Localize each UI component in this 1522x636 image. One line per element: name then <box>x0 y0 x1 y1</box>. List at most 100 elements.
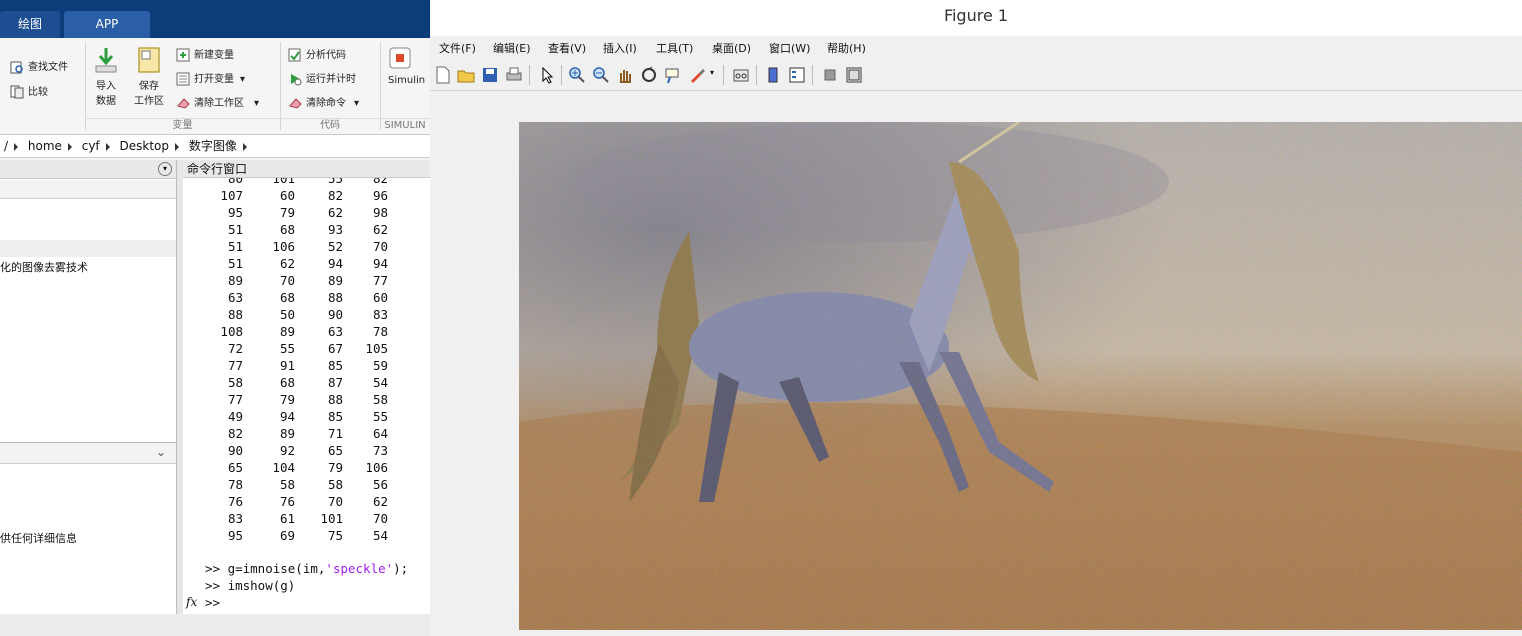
run-and-time-button[interactable]: 运行并计时 <box>288 70 356 86</box>
dropdown-arrow-icon: ▾ <box>254 98 260 109</box>
new-variable-button[interactable]: 新建变量 <box>176 46 234 62</box>
clear-commands-button[interactable]: 清除命令 ▾ <box>288 94 359 110</box>
pan-icon[interactable] <box>616 66 634 84</box>
matrix-cell: 78 <box>372 324 388 339</box>
print-icon[interactable] <box>505 66 523 84</box>
matrix-cell: 62 <box>372 222 388 237</box>
tab-apps[interactable]: APP <box>64 11 150 38</box>
menu-tools[interactable]: 工具(T) <box>656 40 693 56</box>
tab-plots[interactable]: 绘图 <box>0 11 60 38</box>
menu-view[interactable]: 查看(V) <box>548 40 586 56</box>
dropdown-arrow-icon: ▾ <box>240 74 246 85</box>
matrix-cell: 71 <box>327 426 343 441</box>
find-files-button[interactable]: 查找文件 <box>10 58 68 74</box>
dropdown-arrow-icon[interactable]: ▾ <box>710 68 714 77</box>
menu-insert[interactable]: 插入(I) <box>603 40 637 56</box>
divider <box>380 42 381 130</box>
save-icon[interactable] <box>481 66 499 84</box>
clear-workspace-button[interactable]: 清除工作区 ▾ <box>176 94 259 110</box>
data-cursor-icon[interactable] <box>664 66 682 84</box>
matrix-row: 82 89 71 64 <box>183 425 430 442</box>
zoom-out-icon[interactable] <box>592 66 610 84</box>
toolbar-divider <box>812 65 813 85</box>
toolbar-divider <box>756 65 757 85</box>
compare-button[interactable]: 比较 <box>10 83 48 99</box>
save-workspace-button[interactable]: 保存 工作区 <box>132 46 166 107</box>
matrix-cell: 83 <box>372 307 388 322</box>
menu-help[interactable]: 帮助(H) <box>827 40 866 56</box>
noisy-unicorn-image[interactable] <box>519 122 1522 630</box>
matrix-cell: 83 <box>227 511 243 526</box>
clear-commands-label: 清除命令 <box>306 98 346 109</box>
link-plot-icon[interactable] <box>732 66 750 84</box>
breadcrumb-item[interactable]: / <box>4 139 8 153</box>
zoom-in-icon[interactable] <box>568 66 586 84</box>
matrix-cell: 89 <box>279 426 295 441</box>
menu-file[interactable]: 文件(F) <box>439 40 476 56</box>
function-browser-icon[interactable]: fx <box>186 595 197 609</box>
pointer-icon[interactable] <box>538 66 556 84</box>
matrix-cell: 87 <box>327 375 343 390</box>
menu-edit[interactable]: 编辑(E) <box>493 40 531 56</box>
show-plot-tools-icon[interactable] <box>845 66 863 84</box>
matrix-row: 107 60 82 96 <box>183 187 430 204</box>
command-line-imnoise: >> g=imnoise(im,'speckle'); <box>205 561 408 576</box>
breadcrumb-item[interactable]: cyf <box>82 139 100 153</box>
matrix-cell: 88 <box>327 290 343 305</box>
simulink-button[interactable]: Simulin <box>388 46 425 86</box>
command-prompt[interactable]: >> <box>205 595 220 610</box>
dropdown-arrow-icon: ▾ <box>354 98 360 109</box>
open-file-icon[interactable] <box>457 66 475 84</box>
matrix-cell: 63 <box>327 324 343 339</box>
breadcrumb-item[interactable]: Desktop <box>120 139 170 153</box>
figure-title: Figure 1 <box>430 0 1522 36</box>
rotate-3d-icon[interactable] <box>640 66 658 84</box>
command-window[interactable]: 命令行窗口 80 101 55 82 107 60 82 96 95 79 62 98 51 68 93 62… <box>183 160 430 614</box>
matrix-cell: 65 <box>227 460 243 475</box>
matrix-cell: 96 <box>372 188 388 203</box>
import-data-button[interactable]: 导入 数据 <box>92 46 120 107</box>
folder-description-text: 化的图像去雾技术 <box>0 261 88 274</box>
section-simulink-label: SIMULIN <box>380 118 430 133</box>
matrix-cell: 77 <box>227 358 243 373</box>
matrix-cell: 108 <box>220 324 243 339</box>
matrix-row: 77 79 88 58 <box>183 391 430 408</box>
details-header[interactable]: ⌄ <box>0 442 176 464</box>
matrix-row: 49 94 85 55 <box>183 408 430 425</box>
colorbar-icon[interactable] <box>764 66 782 84</box>
new-variable-label: 新建变量 <box>194 50 234 61</box>
chevron-down-icon[interactable]: ⌄ <box>156 445 166 459</box>
brush-icon[interactable] <box>688 66 706 84</box>
matrix-cell: 51 <box>227 256 243 271</box>
matrix-cell: 52 <box>327 239 343 254</box>
image-axes <box>519 122 1522 630</box>
matrix-cell: 75 <box>327 528 343 543</box>
breadcrumb-item[interactable]: 数字图像 <box>189 139 237 153</box>
menu-desktop[interactable]: 桌面(D) <box>712 40 751 56</box>
matrix-cell: 58 <box>227 375 243 390</box>
hide-plot-tools-icon[interactable] <box>821 66 839 84</box>
panel-header: ▾ <box>0 160 176 179</box>
clear-workspace-label: 清除工作区 <box>194 98 244 109</box>
list-item[interactable] <box>0 240 176 257</box>
matrix-cell: 106 <box>365 460 388 475</box>
matrix-cell: 88 <box>227 307 243 322</box>
breadcrumb: / home cyf Desktop 数字图像 <box>0 135 430 158</box>
legend-icon[interactable] <box>788 66 806 84</box>
analyze-code-button[interactable]: 分析代码 <box>288 46 346 62</box>
figure-toolbar: ▾ <box>430 60 1522 91</box>
matrix-cell: 107 <box>220 188 243 203</box>
column-header[interactable] <box>0 180 176 199</box>
matrix-row: 77 91 85 59 <box>183 357 430 374</box>
matlab-desktop: 绘图 APP 查找文件 比较 导入 数据 保存 工作区 新建变量 打开变量 ▾ <box>0 0 430 636</box>
breadcrumb-item[interactable]: home <box>28 139 62 153</box>
open-variable-button[interactable]: 打开变量 ▾ <box>176 70 245 86</box>
matrix-cell: 82 <box>327 188 343 203</box>
matrix-cell: 95 <box>227 205 243 220</box>
save-workspace-label-2: 工作区 <box>134 96 164 107</box>
new-figure-icon[interactable] <box>434 66 452 84</box>
figure-canvas[interactable] <box>430 91 1522 636</box>
matrix-cell: 60 <box>372 290 388 305</box>
menu-window[interactable]: 窗口(W) <box>769 40 810 56</box>
panel-actions-icon[interactable]: ▾ <box>158 162 172 176</box>
